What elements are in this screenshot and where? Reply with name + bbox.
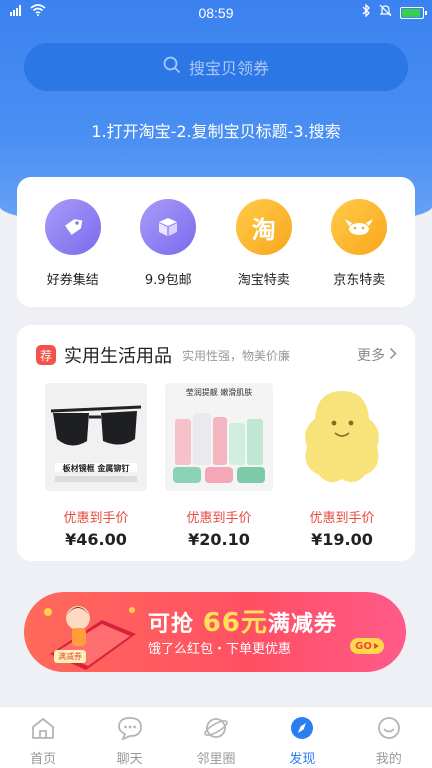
category-taobao[interactable]: 淘 淘宝特卖 — [219, 199, 309, 288]
product-item[interactable]: 优惠到手价 ¥19.00 — [283, 383, 401, 549]
taobao-icon-text: 淘 — [251, 215, 276, 244]
tab-neighborhood[interactable]: 邻里圈 — [173, 707, 259, 768]
box-icon — [140, 199, 197, 255]
tab-chat[interactable]: 聊天 — [87, 707, 173, 768]
banner-prefix: 可抢 — [148, 612, 195, 637]
category-free-shipping[interactable]: 9.9包邮 — [123, 199, 213, 288]
banner-suffix: 满减券 — [267, 612, 337, 637]
planet-icon — [203, 716, 229, 744]
tag-icon — [44, 199, 101, 255]
product-price: ¥46.00 — [65, 530, 127, 549]
tab-profile[interactable]: 我的 — [346, 707, 432, 768]
product-image-text: 莹润提靓 嫩滑肌肤 — [185, 388, 253, 397]
price-note: 优惠到手价 — [309, 511, 375, 526]
sunglasses-image: 板材镜框 金属铆钉 — [45, 383, 147, 491]
taobao-icon: 淘 — [235, 199, 292, 255]
smile-face-icon — [376, 716, 402, 744]
mascot-illustration — [44, 606, 136, 670]
banner-amount: 66元 — [202, 608, 268, 638]
home-icon — [30, 716, 56, 744]
product-image-text: 板材镜框 金属铆钉 — [62, 464, 130, 473]
go-label: GO — [355, 640, 372, 652]
category-label: 好券集结 — [46, 273, 99, 288]
price-note: 优惠到手价 — [186, 511, 252, 526]
product-price: ¥20.10 — [188, 530, 250, 549]
chat-icon — [117, 716, 143, 744]
category-jd[interactable]: 京东特卖 — [314, 199, 404, 288]
category-coupons[interactable]: 好券集结 — [28, 199, 118, 288]
section-subtitle: 实用性强，物美价廉 — [182, 348, 291, 363]
status-bar: 08:59 — [0, 0, 432, 26]
price-note: 优惠到手价 — [63, 511, 129, 526]
tab-discover[interactable]: 发现 — [259, 707, 345, 768]
bottom-tab-bar: 首页 聊天 邻里圈 发现 我的 — [0, 706, 432, 768]
tab-label: 发现 — [289, 752, 316, 767]
compass-icon — [289, 716, 315, 744]
search-input[interactable]: 搜宝贝领券 — [24, 43, 408, 91]
tab-label: 我的 — [375, 752, 402, 767]
section-title: 实用生活用品 — [64, 346, 172, 367]
skincare-set-image: 莹润提靓 嫩滑肌肤 — [165, 383, 273, 491]
product-item[interactable]: 莹润提靓 嫩滑肌肤 优惠到手价 ¥20.10 — [160, 383, 278, 549]
yellow-sponge-image — [291, 383, 393, 491]
chevron-right-icon — [389, 347, 397, 364]
coupon-banner[interactable]: 满减券 可抢 66元满减券 饿了么红包・下单更优惠 GO — [24, 592, 406, 672]
coupon-tag: 满减券 — [54, 650, 86, 663]
jd-dog-icon — [331, 199, 388, 255]
product-price: ¥19.00 — [311, 530, 373, 549]
banner-subtitle: 饿了么红包・下单更优惠 — [148, 642, 292, 657]
battery-icon — [400, 6, 427, 19]
more-label: 更多 — [357, 348, 385, 364]
product-item[interactable]: 板材镜框 金属铆钉 优惠到手价 ¥46.00 — [37, 383, 155, 549]
category-label: 9.9包邮 — [144, 273, 192, 288]
category-label: 京东特卖 — [333, 273, 386, 288]
section-header: 荐 实用生活用品 实用性强，物美价廉 更多 — [17, 343, 415, 367]
category-label: 淘宝特卖 — [237, 273, 290, 288]
tab-label: 首页 — [30, 752, 57, 767]
go-button[interactable]: GO — [350, 638, 384, 654]
play-arrow-icon — [373, 641, 379, 652]
steps-instruction: 1.打开淘宝-2.复制宝贝标题-3.搜索 — [91, 122, 341, 141]
mute-bell-icon — [379, 4, 392, 21]
banner-headline: 可抢 66元满减券 — [148, 602, 337, 639]
tab-label: 聊天 — [116, 752, 143, 767]
search-icon — [163, 56, 181, 78]
bluetooth-icon — [361, 3, 371, 21]
recommend-badge: 荐 — [36, 345, 56, 365]
category-card: 好券集结 9.9包邮 淘 淘宝特卖 京东特卖 — [17, 177, 415, 307]
tab-home[interactable]: 首页 — [0, 707, 86, 768]
search-placeholder: 搜宝贝领券 — [188, 59, 269, 78]
product-section-card: 荐 实用生活用品 实用性强，物美价廉 更多 板材镜框 金属铆钉 优惠到手价 ¥4… — [17, 325, 415, 561]
tab-label: 邻里圈 — [196, 752, 236, 767]
more-link[interactable]: 更多 — [357, 345, 397, 365]
